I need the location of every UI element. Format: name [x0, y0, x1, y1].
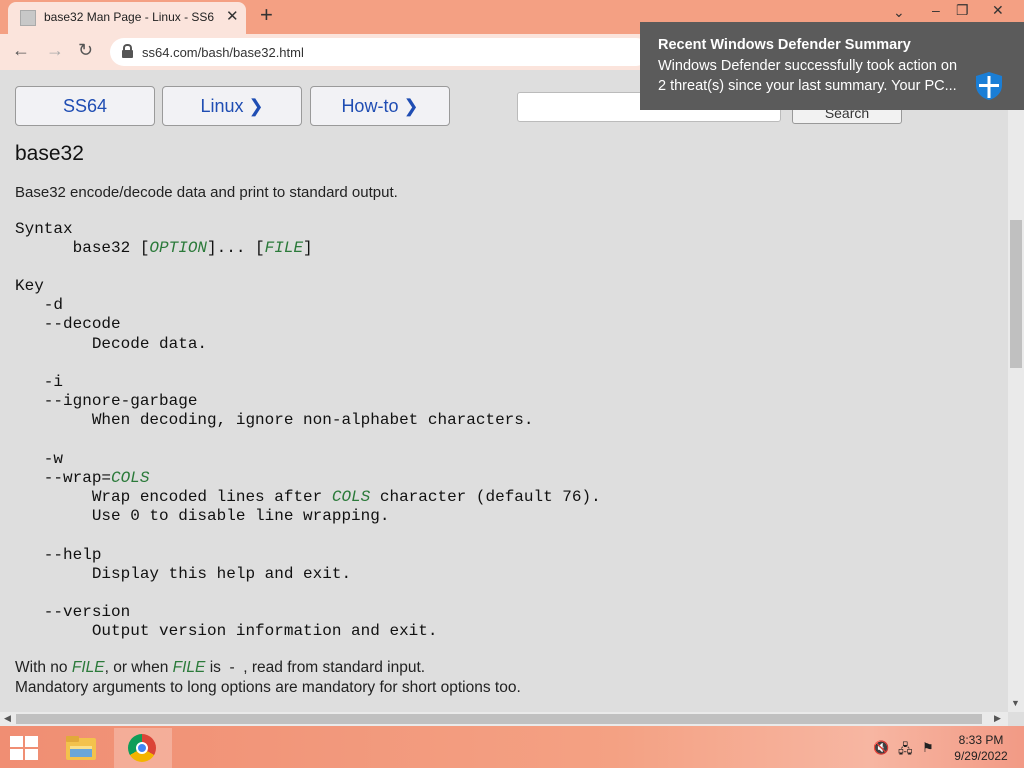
option-d: -d [15, 296, 64, 314]
address-bar[interactable]: ss64.com/bash/base32.html [110, 38, 650, 66]
option-help: --help [15, 546, 102, 564]
footer1-c: is - , read from standard input. [205, 659, 426, 676]
option-help-description: Display this help and exit. [15, 565, 352, 583]
key-heading: Key [15, 277, 44, 295]
vertical-scroll-thumb[interactable] [1010, 220, 1022, 368]
footer-note-1: With no FILE, or when FILE is - , read f… [15, 659, 425, 677]
ss64-home-button[interactable]: SS64 [15, 86, 155, 126]
scroll-down-arrow-icon[interactable]: ▼ [1011, 698, 1020, 708]
notification-body: Windows Defender successfully took actio… [658, 58, 958, 94]
action-center-icon[interactable]: ⚑ [922, 740, 934, 756]
howto-menu-button[interactable]: How-to ❯ [310, 86, 450, 126]
option-wrap-description-2: Use 0 to disable line wrapping. [15, 507, 390, 525]
defender-notification[interactable]: Recent Windows Defender Summary Windows … [640, 22, 1024, 110]
option-ignore-description: When decoding, ignore non-alphabet chara… [15, 411, 534, 429]
reload-button[interactable]: ↻ [78, 40, 93, 61]
footer1-b: , or when [104, 659, 173, 676]
wrap-desc-var: COLS [331, 488, 371, 506]
system-clock[interactable]: 8:33 PM 9/29/2022 [946, 732, 1016, 764]
shield-icon [976, 72, 1002, 100]
scroll-left-arrow-icon[interactable]: ◀ [4, 713, 11, 724]
forward-button[interactable]: → [46, 40, 64, 61]
option-ignore-garbage: --ignore-garbage [15, 392, 198, 410]
close-window-button[interactable]: ✕ [992, 2, 1004, 19]
tab-title: base32 Man Page - Linux - SS64. [44, 10, 214, 24]
back-button[interactable]: ← [12, 40, 30, 61]
tab-close-icon[interactable]: ✕ [226, 7, 239, 25]
syntax-heading: Syntax [15, 220, 73, 238]
syntax-option-var: OPTION [149, 239, 208, 257]
notification-title: Recent Windows Defender Summary [658, 37, 911, 53]
new-tab-button[interactable]: + [260, 2, 273, 28]
clock-time: 8:33 PM [958, 733, 1004, 747]
option-wrap-flag: --wrap= [15, 469, 112, 487]
option-wrap-description: Wrap encoded lines after COLS character … [15, 488, 601, 506]
restore-button[interactable]: ❐ [956, 2, 969, 19]
page-favicon-icon [20, 10, 36, 26]
syntax-mid: ]... [ [207, 239, 265, 257]
url-text: ss64.com/bash/base32.html [142, 45, 304, 60]
option-version: --version [15, 603, 131, 621]
command-description: Base32 encode/decode data and print to s… [15, 184, 398, 201]
option-wrap-var: COLS [111, 469, 150, 487]
footer-note-2: Mandatory arguments to long options are … [15, 679, 521, 696]
wrap-desc-pre: Wrap encoded lines after [15, 488, 332, 506]
horizontal-scrollbar[interactable]: ◀ ▶ [0, 712, 1008, 726]
tab-search-icon[interactable]: ⌄ [893, 4, 905, 21]
option-version-description: Output version information and exit. [15, 622, 438, 640]
lock-icon[interactable] [122, 44, 133, 58]
page-title: base32 [15, 142, 84, 165]
option-i: -i [15, 373, 64, 391]
option-decode: --decode [15, 315, 121, 333]
footer1-a: With no [15, 659, 72, 676]
browser-tab[interactable]: base32 Man Page - Linux - SS64. ✕ [8, 2, 246, 34]
vertical-scrollbar[interactable]: ▼ [1008, 70, 1024, 712]
option-decode-description: Decode data. [15, 335, 208, 353]
file-explorer-icon[interactable] [64, 734, 98, 762]
option-w: -w [15, 450, 64, 468]
syntax-cmd: base32 [ [15, 239, 150, 257]
option-wrap: --wrap=COLS [15, 469, 150, 487]
chrome-taskbar-button[interactable] [114, 728, 172, 768]
scroll-right-arrow-icon[interactable]: ▶ [994, 713, 1001, 724]
chrome-icon [128, 734, 156, 762]
footer1-file2: FILE [172, 659, 206, 676]
volume-muted-icon[interactable]: 🔇 [873, 740, 889, 756]
taskbar: 🔇 🖧 ⚑ 8:33 PM 9/29/2022 [0, 726, 1024, 768]
syntax-end: ] [303, 239, 313, 257]
page-content: SS64 Linux ❯ How-to ❯ Search base32 Base… [0, 70, 1008, 712]
network-icon[interactable]: 🖧 [898, 740, 913, 762]
wrap-desc-post: character (default 76). [370, 488, 601, 506]
syntax-line: base32 [OPTION]... [FILE] [15, 239, 313, 257]
footer1-file1: FILE [71, 659, 105, 676]
horizontal-scroll-thumb[interactable] [16, 714, 982, 724]
clock-date: 9/29/2022 [954, 749, 1008, 763]
windows-start-icon[interactable] [10, 736, 38, 760]
minimize-button[interactable]: – [932, 2, 940, 18]
linux-menu-button[interactable]: Linux ❯ [162, 86, 302, 126]
syntax-file-var: FILE [264, 239, 304, 257]
